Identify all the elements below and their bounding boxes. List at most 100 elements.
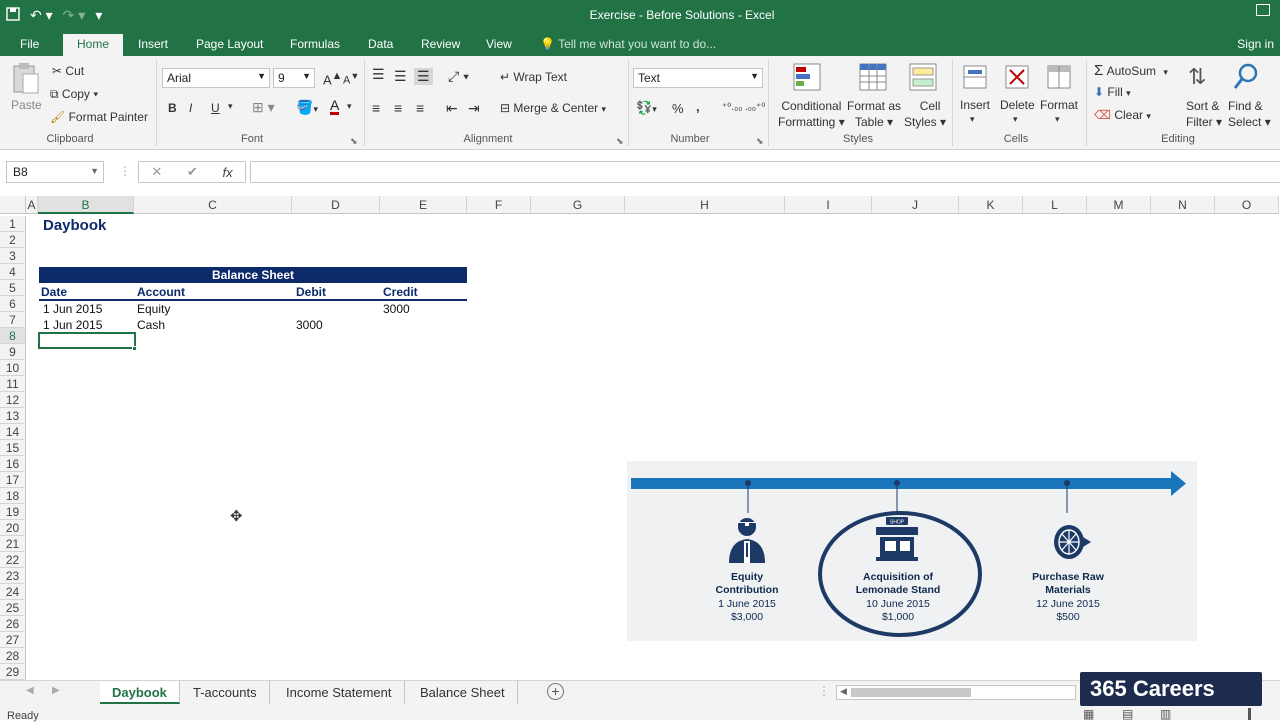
header-date[interactable]: Date bbox=[41, 285, 67, 299]
fill-button[interactable]: ⬇ Fill ▾ bbox=[1094, 85, 1131, 99]
conditional-formatting-icon[interactable] bbox=[792, 62, 822, 92]
zoom-slider-thumb[interactable] bbox=[1248, 708, 1251, 720]
dialog-launcher-icon[interactable]: ⬊ bbox=[350, 136, 358, 147]
paste-button[interactable]: Paste bbox=[11, 98, 42, 112]
column-header-g[interactable]: G bbox=[531, 196, 625, 214]
tab-page-layout[interactable]: Page Layout bbox=[196, 37, 263, 51]
header-credit[interactable]: Credit bbox=[383, 285, 418, 299]
number-format-select[interactable]: Text ▼ bbox=[633, 68, 763, 88]
column-header-l[interactable]: L bbox=[1023, 196, 1087, 214]
column-header-i[interactable]: I bbox=[785, 196, 872, 214]
row-header-18[interactable]: 18 bbox=[0, 488, 26, 504]
column-header-e[interactable]: E bbox=[380, 196, 467, 214]
normal-view-icon[interactable]: ▦ bbox=[1083, 707, 1094, 721]
row-header-3[interactable]: 3 bbox=[0, 248, 26, 264]
font-color-icon[interactable]: A bbox=[330, 98, 340, 115]
bold-button[interactable]: B bbox=[168, 101, 177, 115]
wrap-text-button[interactable]: ↵ Wrap Text bbox=[500, 70, 567, 84]
column-header-n[interactable]: N bbox=[1151, 196, 1215, 214]
align-right-icon[interactable]: ≡ bbox=[416, 100, 424, 116]
align-top-icon[interactable]: ☰ bbox=[372, 66, 385, 83]
cell-styles-button[interactable]: Cell Styles ▾ bbox=[904, 98, 946, 130]
tab-view[interactable]: View bbox=[486, 37, 512, 51]
column-header-j[interactable]: J bbox=[872, 196, 959, 214]
row-header-16[interactable]: 16 bbox=[0, 456, 26, 472]
decrease-indent-icon[interactable]: ⇤ bbox=[446, 100, 458, 117]
row-header-12[interactable]: 12 bbox=[0, 392, 26, 408]
row-header-29[interactable]: 29 bbox=[0, 664, 26, 680]
column-header-f[interactable]: F bbox=[467, 196, 531, 214]
copy-button[interactable]: ⧉ Copy ▾ bbox=[50, 87, 98, 102]
row-header-15[interactable]: 15 bbox=[0, 440, 26, 456]
column-header-o[interactable]: O bbox=[1215, 196, 1279, 214]
row-header-25[interactable]: 25 bbox=[0, 600, 26, 616]
autosum-button[interactable]: Σ AutoSum ▾ bbox=[1094, 62, 1168, 79]
row-header-7[interactable]: 7 bbox=[0, 312, 26, 328]
format-as-table-icon[interactable] bbox=[858, 62, 888, 92]
row-header-8[interactable]: 8 bbox=[0, 328, 26, 344]
tab-review[interactable]: Review bbox=[421, 37, 460, 51]
column-header-h[interactable]: H bbox=[625, 196, 785, 214]
entry-date[interactable]: 1 Jun 2015 bbox=[43, 318, 102, 332]
row-header-27[interactable]: 27 bbox=[0, 632, 26, 648]
column-header-b[interactable]: B bbox=[38, 196, 134, 214]
row-header-24[interactable]: 24 bbox=[0, 584, 26, 600]
fill-handle[interactable] bbox=[132, 346, 137, 351]
horizontal-scrollbar[interactable]: ◀ bbox=[836, 685, 1076, 700]
scroll-left-icon[interactable]: ◀ bbox=[840, 686, 847, 697]
find-select-button[interactable]: Find & Select ▾ bbox=[1228, 98, 1271, 130]
orientation-icon[interactable]: ⤢ ▾ bbox=[448, 68, 469, 85]
row-header-20[interactable]: 20 bbox=[0, 520, 26, 536]
sheet-tab-t-accounts[interactable]: T-accounts bbox=[181, 681, 270, 704]
insert-function-icon[interactable]: fx bbox=[223, 165, 233, 180]
format-button[interactable]: Format bbox=[1040, 98, 1078, 112]
entry-account[interactable]: Equity bbox=[137, 302, 170, 316]
font-name-select[interactable]: Arial ▼ bbox=[162, 68, 270, 88]
sort-filter-button[interactable]: Sort & Filter ▾ bbox=[1186, 98, 1222, 130]
splitter-icon[interactable]: ⋮ bbox=[818, 684, 830, 698]
page-break-view-icon[interactable]: ▥ bbox=[1160, 707, 1171, 721]
row-header-22[interactable]: 22 bbox=[0, 552, 26, 568]
align-bottom-icon[interactable]: ☰ bbox=[414, 68, 433, 85]
row-header-26[interactable]: 26 bbox=[0, 616, 26, 632]
row-header-4[interactable]: 4 bbox=[0, 264, 26, 280]
active-cell-b8[interactable] bbox=[38, 332, 136, 349]
scroll-tabs-right-icon[interactable]: ▶ bbox=[52, 685, 60, 696]
currency-icon[interactable]: 💱▾ bbox=[636, 100, 657, 116]
sign-in-link[interactable]: Sign in bbox=[1237, 37, 1274, 51]
sheet-tab-balance-sheet[interactable]: Balance Sheet bbox=[408, 681, 518, 704]
header-debit[interactable]: Debit bbox=[296, 285, 326, 299]
column-header-c[interactable]: C bbox=[134, 196, 292, 214]
cut-button[interactable]: ✂ Cut bbox=[52, 64, 84, 78]
row-header-28[interactable]: 28 bbox=[0, 648, 26, 664]
dialog-launcher-icon[interactable]: ⬊ bbox=[756, 136, 764, 147]
row-header-23[interactable]: 23 bbox=[0, 568, 26, 584]
tab-insert[interactable]: Insert bbox=[138, 37, 168, 51]
tab-file[interactable]: File bbox=[20, 37, 39, 51]
increase-font-icon[interactable]: A▲ bbox=[323, 70, 342, 87]
row-header-17[interactable]: 17 bbox=[0, 472, 26, 488]
column-header-k[interactable]: K bbox=[959, 196, 1023, 214]
insert-cells-icon[interactable] bbox=[960, 62, 990, 92]
add-sheet-icon[interactable]: + bbox=[547, 683, 564, 700]
column-header-a[interactable]: A bbox=[26, 196, 38, 214]
comma-button[interactable]: , bbox=[696, 99, 700, 114]
sheet-tab-daybook[interactable]: Daybook bbox=[100, 681, 180, 704]
delete-button[interactable]: Delete bbox=[1000, 98, 1035, 112]
row-header-2[interactable]: 2 bbox=[0, 232, 26, 248]
increase-indent-icon[interactable]: ⇥ bbox=[468, 100, 480, 117]
paste-icon[interactable] bbox=[12, 62, 40, 96]
formula-input[interactable] bbox=[250, 161, 1280, 183]
row-header-6[interactable]: 6 bbox=[0, 296, 26, 312]
entry-credit[interactable]: 3000 bbox=[383, 302, 410, 316]
entry-date[interactable]: 1 Jun 2015 bbox=[43, 302, 102, 316]
chevron-down-icon[interactable]: ▾ bbox=[970, 114, 975, 125]
align-center-icon[interactable]: ≡ bbox=[394, 100, 402, 116]
chevron-down-icon[interactable]: ▾ bbox=[228, 101, 233, 112]
row-header-9[interactable]: 9 bbox=[0, 344, 26, 360]
tab-data[interactable]: Data bbox=[368, 37, 393, 51]
sheet-tab-income-statement[interactable]: Income Statement bbox=[274, 681, 405, 704]
find-select-icon[interactable] bbox=[1232, 62, 1260, 92]
chevron-down-icon[interactable]: ▾ bbox=[1055, 114, 1060, 125]
increase-decimal-icon[interactable]: ⁺⁰.₀₀ bbox=[722, 102, 742, 113]
